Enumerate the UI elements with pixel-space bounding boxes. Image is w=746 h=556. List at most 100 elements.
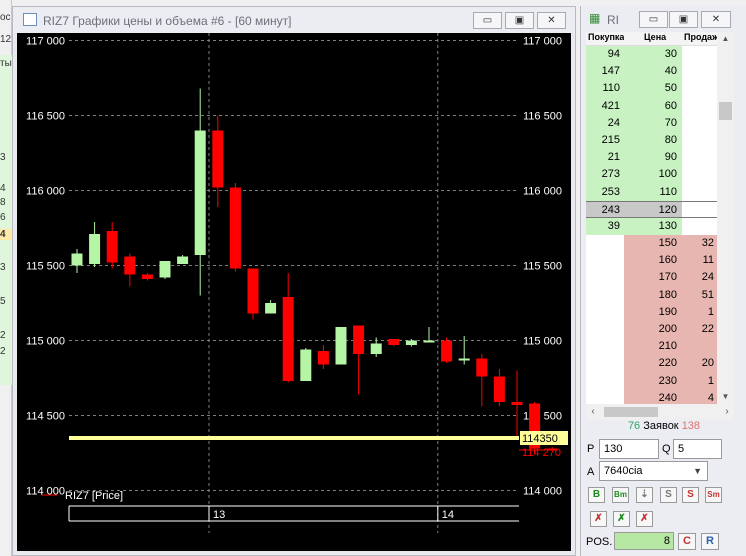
chart-window[interactable]: RIZ7 Графики цены и объема #6 - [60 мину… <box>12 6 576 556</box>
ask-volume-cell[interactable]: 51 <box>682 286 717 304</box>
restore-button[interactable]: ▣ <box>505 12 534 29</box>
bid-volume-cell[interactable]: 273 <box>586 166 624 184</box>
ask-volume-cell[interactable] <box>682 132 717 149</box>
price-cell[interactable]: 160 <box>624 252 682 270</box>
price-cell[interactable]: 200 <box>624 321 682 339</box>
order-book-row[interactable]: 170 24 <box>586 269 717 287</box>
order-book-row[interactable]: 24 70 <box>586 114 717 132</box>
bid-volume-cell[interactable]: 24 <box>586 114 624 132</box>
buy-button[interactable]: B <box>588 487 605 503</box>
reverse-position-button[interactable]: R <box>701 533 719 550</box>
bid-volume-cell[interactable] <box>586 287 624 304</box>
order-book-row[interactable]: 220 20 <box>586 355 717 373</box>
bid-volume-cell[interactable] <box>586 321 624 338</box>
ask-volume-cell[interactable] <box>682 115 717 132</box>
scroll-thumb[interactable] <box>604 407 658 417</box>
ask-volume-cell[interactable] <box>682 63 717 80</box>
price-cell[interactable]: 50 <box>624 80 682 98</box>
price-cell[interactable]: 220 <box>624 355 682 373</box>
sell-limit-button[interactable]: S <box>660 487 677 503</box>
price-cell[interactable]: 230 <box>624 372 682 390</box>
bid-volume-cell[interactable]: 94 <box>586 46 624 64</box>
order-book-row[interactable]: 240 4 <box>586 389 717 404</box>
ask-volume-cell[interactable]: 1 <box>682 372 717 390</box>
order-book-window[interactable]: ▦ RI ▭ ▣ ✕ Покупка Цена Продажа 94301474… <box>580 6 746 556</box>
scroll-up-arrow-icon[interactable]: ▲ <box>717 32 734 46</box>
close-button[interactable]: ✕ <box>537 12 566 29</box>
order-book-row[interactable]: 160 11 <box>586 252 717 270</box>
order-book-row[interactable]: 94 30 <box>586 46 717 64</box>
scroll-right-arrow-icon[interactable]: › <box>720 404 734 420</box>
order-book-row[interactable]: 210 <box>586 338 717 356</box>
cancel-buy-orders-icon[interactable]: ✗ <box>590 511 607 527</box>
bid-volume-cell[interactable] <box>586 338 624 355</box>
bid-volume-cell[interactable]: 215 <box>586 131 624 150</box>
price-cell[interactable]: 80 <box>624 131 682 150</box>
minimize-button[interactable]: ▭ <box>639 11 668 28</box>
order-book-row[interactable]: 150 32 <box>586 235 717 253</box>
price-cell[interactable]: 60 <box>624 97 682 115</box>
price-cell[interactable]: 190 <box>624 303 682 321</box>
order-book-hscroll[interactable]: ‹ › <box>586 404 734 420</box>
order-book-row[interactable]: 110 50 <box>586 80 717 98</box>
bid-volume-cell[interactable] <box>586 373 624 390</box>
ask-volume-cell[interactable] <box>682 184 717 201</box>
bid-volume-cell[interactable]: 39 <box>586 217 624 236</box>
bid-volume-cell[interactable]: 243 <box>586 201 624 217</box>
order-book-row[interactable]: 253 110 <box>586 183 717 201</box>
bid-volume-cell[interactable] <box>586 304 624 321</box>
ask-volume-cell[interactable]: 4 <box>682 389 717 404</box>
bid-volume-cell[interactable]: 21 <box>586 149 624 167</box>
chart-plot-area[interactable]: 117 000 117 000 116 500 116 500 116 000 116 0… <box>17 33 571 551</box>
order-book-row[interactable]: 39 130 <box>586 217 717 236</box>
ask-volume-cell[interactable] <box>682 98 717 115</box>
bid-volume-cell[interactable] <box>586 390 624 404</box>
ask-volume-cell[interactable] <box>682 202 717 217</box>
ask-volume-cell[interactable]: 32 <box>682 235 717 253</box>
bid-volume-cell[interactable] <box>586 269 624 286</box>
price-cell[interactable]: 180 <box>624 286 682 304</box>
ask-volume-cell[interactable] <box>682 218 717 235</box>
cancel-all-orders-icon[interactable]: ✗ <box>636 511 653 527</box>
scroll-thumb[interactable] <box>719 102 732 120</box>
ask-volume-cell[interactable] <box>682 46 717 63</box>
bid-volume-cell[interactable]: 110 <box>586 80 624 98</box>
sell-button[interactable]: S <box>682 487 699 503</box>
order-book-row[interactable]: 21 90 <box>586 149 717 167</box>
ask-volume-cell[interactable]: 20 <box>682 355 717 373</box>
order-book-row[interactable]: 421 60 <box>586 97 717 115</box>
order-book-row[interactable]: 147 40 <box>586 63 717 81</box>
price-cell[interactable]: 70 <box>624 114 682 132</box>
price-cell[interactable]: 110 <box>624 183 682 201</box>
ask-volume-cell[interactable] <box>682 80 717 97</box>
chart-title-bar[interactable]: RIZ7 Графики цены и объема #6 - [60 мину… <box>13 7 575 33</box>
price-cell[interactable]: 240 <box>624 389 682 404</box>
order-book-row[interactable]: 215 80 <box>586 131 717 150</box>
order-book-rows[interactable]: 94 30 147 40 110 50 421 60 24 70 215 80 21 90 273 100 25… <box>586 46 717 404</box>
restore-button[interactable]: ▣ <box>669 11 698 28</box>
ask-volume-cell[interactable]: 24 <box>682 269 717 287</box>
cancel-sell-orders-icon[interactable]: ✗ <box>613 511 630 527</box>
ask-volume-cell[interactable]: 1 <box>682 303 717 321</box>
scroll-down-arrow-icon[interactable]: ▼ <box>717 390 734 404</box>
ask-volume-cell[interactable]: 11 <box>682 252 717 270</box>
order-book-row[interactable]: 200 22 <box>586 321 717 339</box>
ask-volume-cell[interactable] <box>682 149 717 166</box>
buy-market-button[interactable]: Bm <box>612 487 629 503</box>
price-cell[interactable]: 150 <box>624 235 682 253</box>
price-cell[interactable]: 130 <box>624 217 682 236</box>
ask-volume-cell[interactable]: 22 <box>682 321 717 339</box>
bid-volume-cell[interactable]: 147 <box>586 63 624 81</box>
order-book-row[interactable]: 180 51 <box>586 286 717 304</box>
price-cell[interactable]: 90 <box>624 149 682 167</box>
price-cell[interactable]: 210 <box>624 338 682 356</box>
ask-volume-cell[interactable] <box>682 166 717 183</box>
bid-volume-cell[interactable] <box>586 355 624 372</box>
scroll-left-arrow-icon[interactable]: ‹ <box>586 404 600 420</box>
order-book-row[interactable]: 243 120 <box>586 200 717 218</box>
bid-volume-cell[interactable]: 253 <box>586 183 624 201</box>
order-book-table[interactable]: Покупка Цена Продажа 9430147401105042160… <box>586 32 717 404</box>
order-book-row[interactable]: 230 1 <box>586 372 717 390</box>
close-button[interactable]: ✕ <box>701 11 731 28</box>
stop-order-button[interactable]: ⇣ <box>636 487 653 503</box>
